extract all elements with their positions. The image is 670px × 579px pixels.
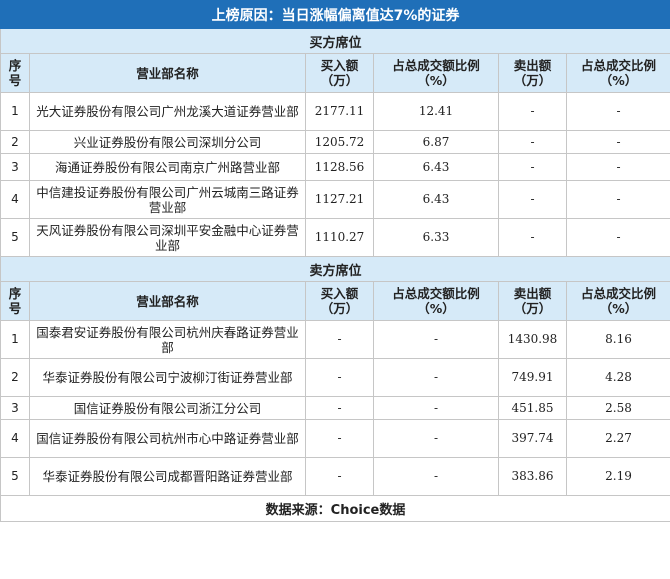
row-sell-pct: - — [565, 92, 670, 131]
row-buy: 1128.56 — [305, 153, 374, 181]
row-buy-pct: - — [373, 457, 499, 496]
data-source: 数据来源：Choice数据 — [0, 495, 670, 522]
sell-section-label: 卖方席位 — [0, 256, 670, 282]
row-sell: - — [498, 180, 567, 219]
col-header-name: 营业部名称 — [29, 281, 306, 321]
row-name: 国泰君安证券股份有限公司杭州庆春路证券营业部 — [29, 320, 306, 359]
row-buy-pct: 6.43 — [373, 153, 499, 181]
col-header-sell-pct: 占总成交比例（%） — [565, 281, 670, 321]
table-row: 2 兴业证券股份有限公司深圳分公司 1205.72 6.87 - - — [0, 130, 670, 154]
row-no: 2 — [0, 130, 30, 154]
row-no: 4 — [0, 180, 30, 219]
buy-header-row: 序号 营业部名称 买入额（万） 占总成交额比例（%） 卖出额（万） 占总成交比例… — [0, 53, 670, 93]
row-buy-pct: 6.87 — [373, 130, 499, 154]
row-sell-pct: 2.27 — [565, 419, 670, 458]
buy-section-row: 买方席位 — [0, 28, 670, 54]
row-buy: - — [305, 457, 374, 496]
row-name: 天风证券股份有限公司深圳平安金融中心证券营业部 — [29, 218, 306, 257]
col-header-buy-pct: 占总成交额比例（%） — [373, 281, 499, 321]
table-row: 3 海通证券股份有限公司南京广州路营业部 1128.56 6.43 - - — [0, 153, 670, 181]
title-row: 上榜原因：当日涨幅偏离值达7%的证券 — [0, 0, 670, 29]
row-buy: - — [305, 419, 374, 458]
row-no: 5 — [0, 218, 30, 257]
table-title: 上榜原因：当日涨幅偏离值达7%的证券 — [0, 0, 670, 29]
row-sell-pct: - — [565, 180, 670, 219]
row-buy: 1205.72 — [305, 130, 374, 154]
lhb-table: 上榜原因：当日涨幅偏离值达7%的证券 买方席位 序号 营业部名称 买入额（万） … — [0, 0, 670, 522]
row-name: 国信证券股份有限公司浙江分公司 — [29, 396, 306, 420]
col-header-buy: 买入额（万） — [305, 53, 374, 93]
row-sell: - — [498, 153, 567, 181]
row-sell: 397.74 — [498, 419, 567, 458]
row-sell: - — [498, 92, 567, 131]
sell-header-row: 序号 营业部名称 买入额（万） 占总成交额比例（%） 卖出额（万） 占总成交比例… — [0, 281, 670, 321]
row-name: 海通证券股份有限公司南京广州路营业部 — [29, 153, 306, 181]
row-name: 光大证券股份有限公司广州龙溪大道证券营业部 — [29, 92, 306, 131]
row-no: 5 — [0, 457, 30, 496]
row-name: 国信证券股份有限公司杭州市心中路证券营业部 — [29, 419, 306, 458]
row-sell: 749.91 — [498, 358, 567, 397]
row-sell: 1430.98 — [498, 320, 567, 359]
buy-section-label: 买方席位 — [0, 28, 670, 54]
row-no: 3 — [0, 153, 30, 181]
col-header-sell: 卖出额（万） — [498, 281, 567, 321]
row-buy-pct: - — [373, 358, 499, 397]
row-buy-pct: - — [373, 320, 499, 359]
row-no: 2 — [0, 358, 30, 397]
row-sell: - — [498, 130, 567, 154]
row-no: 1 — [0, 92, 30, 131]
row-sell-pct: - — [565, 218, 670, 257]
sell-section-row: 卖方席位 — [0, 256, 670, 282]
row-no: 4 — [0, 419, 30, 458]
row-name: 华泰证券股份有限公司成都晋阳路证券营业部 — [29, 457, 306, 496]
row-name: 中信建投证券股份有限公司广州云城南三路证券营业部 — [29, 180, 306, 219]
row-sell-pct: - — [565, 153, 670, 181]
row-buy-pct: 12.41 — [373, 92, 499, 131]
table-row: 4 国信证券股份有限公司杭州市心中路证券营业部 - - 397.74 2.27 — [0, 419, 670, 458]
col-header-no: 序号 — [0, 53, 30, 93]
table-row: 4 中信建投证券股份有限公司广州云城南三路证券营业部 1127.21 6.43 … — [0, 180, 670, 219]
col-header-no: 序号 — [0, 281, 30, 321]
footer-row: 数据来源：Choice数据 — [0, 495, 670, 522]
row-buy-pct: - — [373, 396, 499, 420]
col-header-sell-pct: 占总成交比例（%） — [565, 53, 670, 93]
table-row: 5 华泰证券股份有限公司成都晋阳路证券营业部 - - 383.86 2.19 — [0, 457, 670, 496]
table-row: 2 华泰证券股份有限公司宁波柳汀街证券营业部 - - 749.91 4.28 — [0, 358, 670, 397]
row-sell-pct: 2.19 — [565, 457, 670, 496]
row-sell-pct: - — [565, 130, 670, 154]
col-header-sell: 卖出额（万） — [498, 53, 567, 93]
row-buy-pct: 6.43 — [373, 180, 499, 219]
row-buy-pct: - — [373, 419, 499, 458]
row-name: 兴业证券股份有限公司深圳分公司 — [29, 130, 306, 154]
row-buy: - — [305, 358, 374, 397]
row-buy: 1110.27 — [305, 218, 374, 257]
row-buy: - — [305, 320, 374, 359]
row-sell: 451.85 — [498, 396, 567, 420]
table-row: 1 国泰君安证券股份有限公司杭州庆春路证券营业部 - - 1430.98 8.1… — [0, 320, 670, 359]
row-buy-pct: 6.33 — [373, 218, 499, 257]
table-row: 5 天风证券股份有限公司深圳平安金融中心证券营业部 1110.27 6.33 -… — [0, 218, 670, 257]
row-no: 1 — [0, 320, 30, 359]
row-name: 华泰证券股份有限公司宁波柳汀街证券营业部 — [29, 358, 306, 397]
col-header-buy-pct: 占总成交额比例（%） — [373, 53, 499, 93]
row-sell: - — [498, 218, 567, 257]
row-no: 3 — [0, 396, 30, 420]
col-header-buy: 买入额（万） — [305, 281, 374, 321]
row-buy: 1127.21 — [305, 180, 374, 219]
row-sell-pct: 2.58 — [565, 396, 670, 420]
table-row: 3 国信证券股份有限公司浙江分公司 - - 451.85 2.58 — [0, 396, 670, 420]
row-sell-pct: 8.16 — [565, 320, 670, 359]
table-row: 1 光大证券股份有限公司广州龙溪大道证券营业部 2177.11 12.41 - … — [0, 92, 670, 131]
row-buy: - — [305, 396, 374, 420]
row-sell-pct: 4.28 — [565, 358, 670, 397]
row-buy: 2177.11 — [305, 92, 374, 131]
row-sell: 383.86 — [498, 457, 567, 496]
col-header-name: 营业部名称 — [29, 53, 306, 93]
